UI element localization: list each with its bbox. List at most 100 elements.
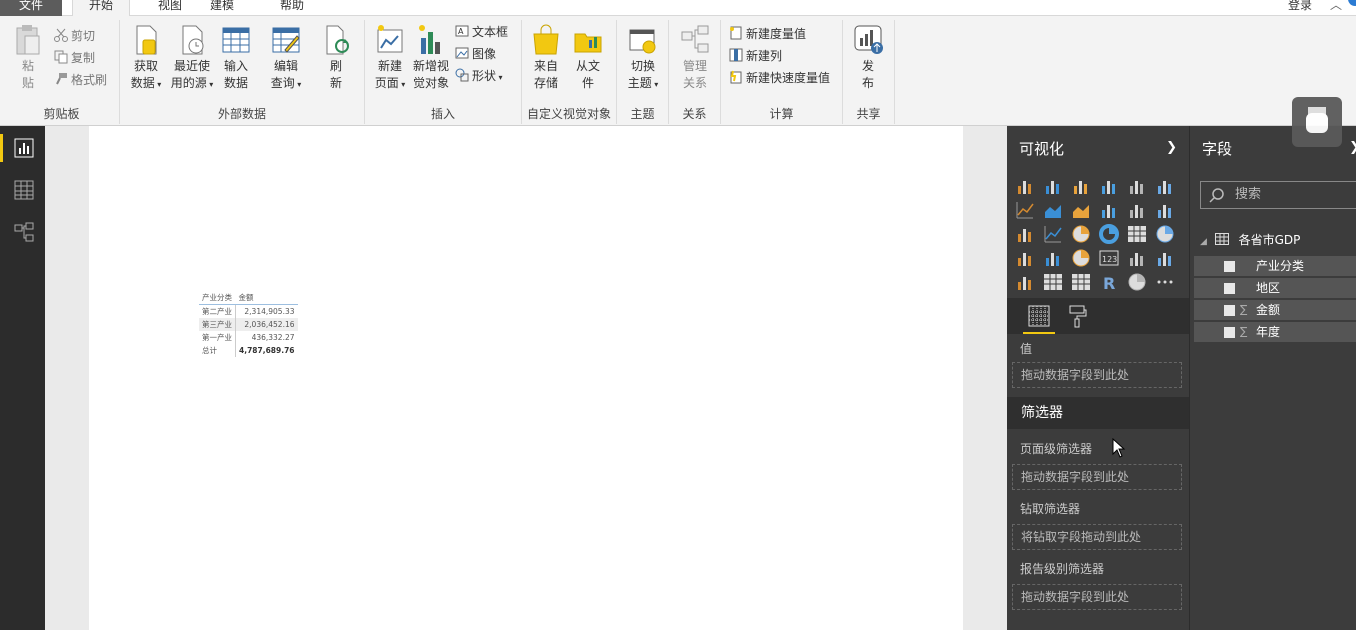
format-tab[interactable]	[1065, 304, 1089, 328]
filled-map-icon[interactable]	[1015, 248, 1035, 268]
model-view-button[interactable]	[0, 214, 45, 250]
table-row: 第三产业 2,036,452.16	[199, 318, 298, 331]
get-data-button[interactable]: 获取 数据 ▾	[126, 24, 166, 93]
textbox-button[interactable]: A 文本框	[455, 22, 508, 42]
fields-search-input[interactable]: 搜索	[1200, 181, 1356, 209]
menu-view[interactable]: 视图	[154, 0, 186, 16]
new-quick-measure-button[interactable]: 新建快速度量值	[729, 68, 830, 88]
gauge-icon[interactable]	[1071, 248, 1091, 268]
field-item[interactable]: 地区	[1194, 278, 1356, 298]
login-link[interactable]: 登录	[1288, 0, 1312, 16]
arcgis-icon[interactable]	[1127, 272, 1147, 292]
matrix-visual-icon[interactable]	[1071, 272, 1091, 292]
multirow-card-icon[interactable]	[1127, 248, 1147, 268]
report-page[interactable]: 产业分类 金额 第二产业 2,314,905.33 第三产业 2,036,452…	[89, 126, 963, 630]
field-label: 产业分类	[1256, 259, 1305, 273]
more-visuals-icon[interactable]	[1155, 272, 1175, 292]
help-icon[interactable]	[1348, 0, 1356, 6]
line-clustered-icon[interactable]	[1127, 200, 1147, 220]
group-custom-visuals: 来自 存储 从文 件 自定义视觉对象	[522, 20, 617, 124]
from-file-button[interactable]: 从文 件	[572, 24, 604, 92]
new-quick-measure-label: 新建快速度量值	[746, 71, 831, 85]
from-store-button[interactable]: 来自 存储	[530, 24, 562, 92]
menu-home[interactable]: 开始	[72, 0, 130, 16]
fields-tab[interactable]	[1023, 304, 1055, 334]
format-painter-button[interactable]: 格式刷	[54, 70, 107, 90]
field-checkbox[interactable]	[1224, 283, 1235, 294]
cut-button[interactable]: 剪切	[54, 26, 95, 46]
matrix-cell: 2,036,452.16	[234, 318, 298, 331]
r-visual-icon[interactable]: R	[1099, 272, 1119, 293]
card-icon[interactable]: 123	[1099, 248, 1119, 268]
edit-queries-button[interactable]: 编辑 查询 ▾	[264, 24, 308, 93]
field-checkbox[interactable]	[1224, 305, 1235, 316]
enter-data-button[interactable]: 输入 数据	[220, 24, 252, 92]
recent-sources-button[interactable]: 最近使 用的源 ▾	[170, 24, 214, 93]
paste-button[interactable]: 粘 贴	[12, 24, 44, 92]
new-page-button[interactable]: 新建 页面 ▾	[371, 24, 409, 93]
manage-relations-button[interactable]: 管理 关系	[677, 24, 713, 92]
line-column-icon[interactable]	[1099, 200, 1119, 220]
page-filters-drop-zone[interactable]: 拖动数据字段到此处	[1012, 464, 1182, 490]
new-column-button[interactable]: 新建列	[729, 46, 782, 66]
matrix-visual[interactable]: 产业分类 金额 第二产业 2,314,905.33 第三产业 2,036,452…	[199, 291, 298, 357]
chevron-down-icon: ▾	[496, 73, 503, 82]
waterfall-icon[interactable]	[1015, 224, 1035, 244]
copy-button[interactable]: 复制	[54, 48, 95, 68]
line-chart-icon[interactable]	[1015, 200, 1035, 220]
view-switcher	[0, 126, 45, 630]
table-visual-icon[interactable]	[1043, 272, 1063, 292]
values-drop-zone[interactable]: 拖动数据字段到此处	[1012, 362, 1182, 388]
stacked-column-icon[interactable]	[1043, 176, 1063, 196]
matrix-header-category[interactable]: 产业分类	[199, 291, 236, 305]
report-filters-drop-zone[interactable]: 拖动数据字段到此处	[1012, 584, 1182, 610]
kpi-icon[interactable]	[1155, 248, 1175, 268]
table-node[interactable]: ◢ 各省市GDP	[1200, 230, 1300, 252]
pie-icon[interactable]	[1071, 224, 1091, 244]
switch-theme-label-2: 主题	[627, 76, 652, 90]
field-label: 地区	[1256, 281, 1281, 295]
shapes-button[interactable]: 形状 ▾	[455, 66, 503, 86]
shapes-icon	[455, 68, 469, 82]
switch-theme-button[interactable]: 切换 主题 ▾	[621, 24, 665, 93]
drill-filters-drop-zone[interactable]: 将钻取字段拖动到此处	[1012, 524, 1182, 550]
donut-icon[interactable]	[1099, 224, 1119, 244]
area-chart-icon[interactable]	[1043, 200, 1063, 220]
field-checkbox[interactable]	[1224, 261, 1235, 272]
menu-help[interactable]: 帮助	[276, 0, 308, 16]
stacked-area-icon[interactable]	[1071, 200, 1091, 220]
data-view-button[interactable]	[0, 172, 45, 208]
new-visual-button[interactable]: 新增视 觉对象	[411, 24, 451, 92]
treemap-icon[interactable]	[1127, 224, 1147, 244]
field-item[interactable]: 产业分类	[1194, 256, 1356, 276]
slicer-icon[interactable]	[1015, 272, 1035, 292]
ribbon-chart-icon[interactable]	[1155, 200, 1175, 220]
chevron-right-icon[interactable]: ❯	[1349, 140, 1356, 155]
menu-modeling[interactable]: 建模	[206, 0, 238, 16]
funnel-icon[interactable]	[1043, 248, 1063, 268]
collapse-ribbon-icon[interactable]: ︿	[1330, 0, 1342, 13]
refresh-button[interactable]: 刷 新	[320, 24, 352, 92]
recent-label-1: 最近使	[173, 59, 210, 73]
image-button[interactable]: 图像	[455, 44, 496, 64]
stacked-bar-icon[interactable]	[1015, 176, 1035, 196]
globe-map-icon[interactable]	[1155, 224, 1175, 244]
matrix-header-amount[interactable]: 金额	[235, 291, 298, 305]
clustered-column-icon[interactable]	[1099, 176, 1119, 196]
field-item[interactable]: ∑ 年度	[1194, 322, 1356, 342]
new-measure-button[interactable]: 新建度量值	[729, 24, 806, 44]
100-column-icon[interactable]	[1155, 176, 1175, 196]
field-item[interactable]: ∑ 金额	[1194, 300, 1356, 320]
scatter-icon[interactable]	[1043, 224, 1063, 244]
publish-button[interactable]: 发 布	[851, 24, 885, 92]
clustered-bar-icon[interactable]	[1071, 176, 1091, 196]
report-view-button[interactable]	[0, 130, 45, 166]
from-store-label-2: 存储	[533, 76, 558, 90]
menu-file[interactable]: 文件	[0, 0, 62, 16]
field-checkbox[interactable]	[1224, 327, 1235, 338]
100-bar-icon[interactable]	[1127, 176, 1147, 196]
expand-icon[interactable]: ◢	[1200, 237, 1207, 247]
new-column-label: 新建列	[746, 49, 783, 63]
chevron-down-icon: ▾	[398, 80, 406, 89]
chevron-right-icon[interactable]: ❯	[1166, 140, 1177, 155]
